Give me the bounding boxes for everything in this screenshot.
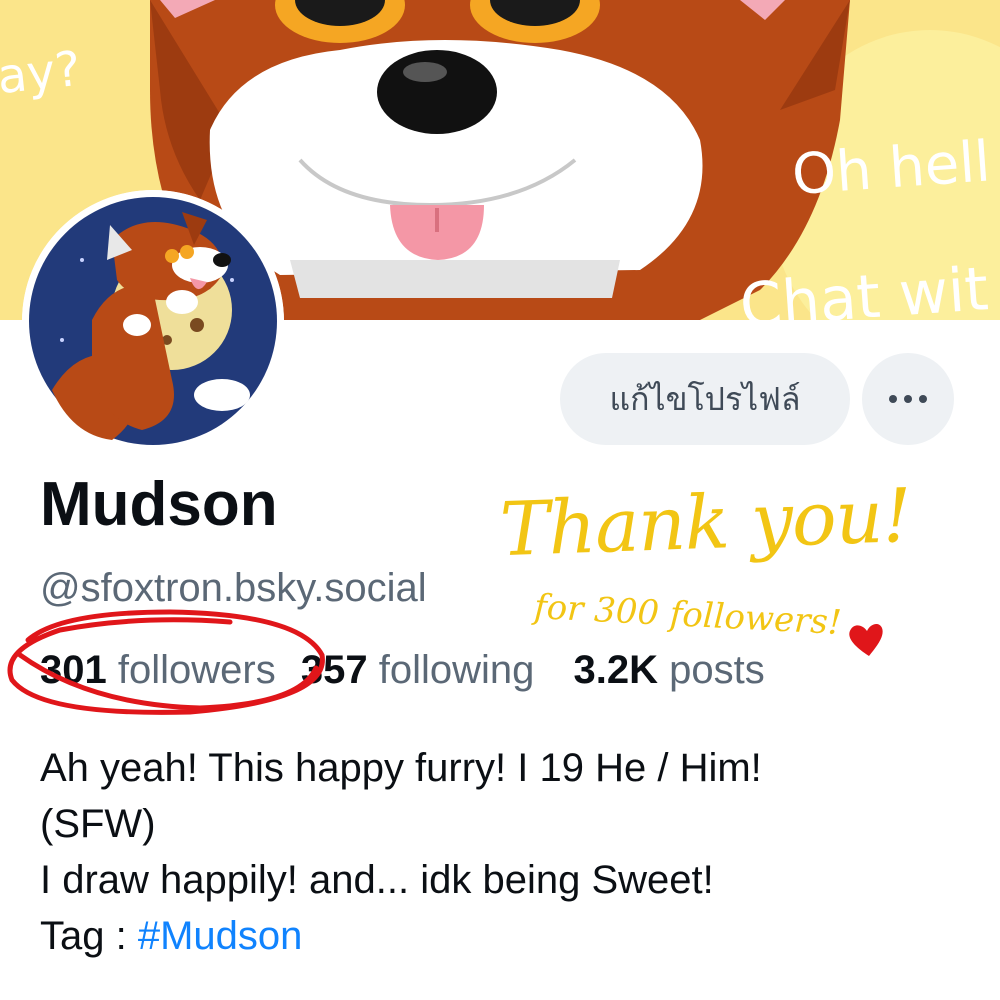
banner-text-hello: Oh hell [790,129,992,208]
following-label: following [378,648,535,692]
thank-you-annotation: Thank you! [498,472,913,574]
bio-tag-line: Tag : #Mudson [40,908,960,964]
followers-label: followers [117,648,276,692]
following-count: 357 [300,648,368,692]
profile-stats: 301 followers 357 following 3.2K posts [40,650,765,690]
bio-line: Ah yeah! This happy furry! I 19 He / Him… [40,746,762,790]
posts-count: 3.2K [573,648,659,692]
hashtag-link[interactable]: #Mudson [138,914,303,958]
more-options-button[interactable] [862,353,954,445]
following-stat[interactable]: 357 following [301,648,535,692]
avatar-illustration [22,190,284,452]
posts-stat: 3.2K posts [574,648,765,692]
bio-line: (SFW) [40,802,156,846]
heart-icon [849,624,883,656]
display-name: Mudson [40,470,278,539]
banner-text-left: ay? [0,41,83,105]
followers-count: 301 [40,648,107,692]
profile-bio: Ah yeah! This happy furry! I 19 He / Him… [40,740,960,964]
followers-stat[interactable]: 301 followers [40,648,276,692]
edit-profile-button[interactable]: แก้ไขโปรไฟล์ [560,353,850,445]
bio-tag-prefix: Tag : [40,914,138,958]
posts-label: posts [669,648,765,692]
profile-avatar[interactable] [22,190,284,452]
ellipsis-icon [889,395,927,403]
followers-milestone-annotation: for 300 followers! [533,586,843,644]
profile-handle: @sfoxtron.bsky.social [40,566,427,610]
bio-line: I draw happily! and... idk being Sweet! [40,858,714,902]
